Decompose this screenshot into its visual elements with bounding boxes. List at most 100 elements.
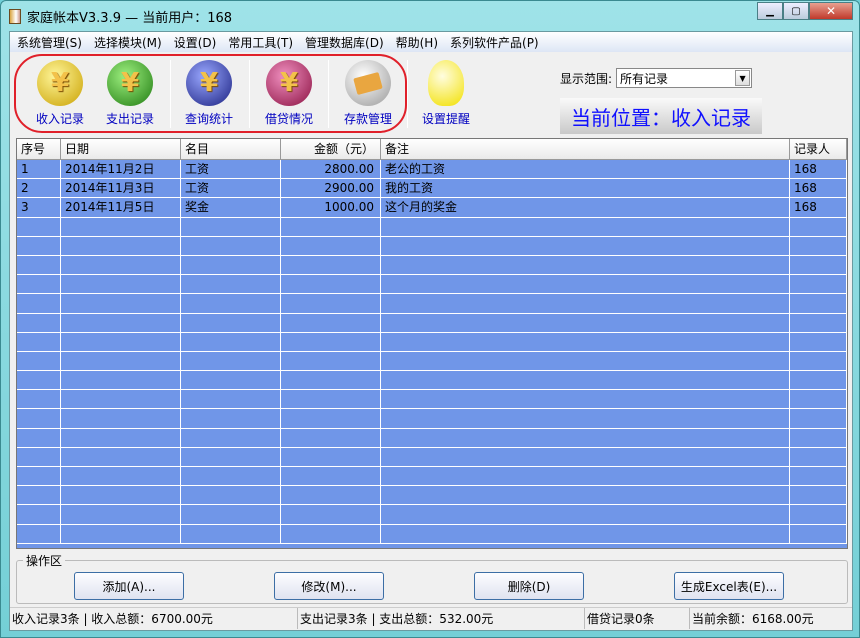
add-button[interactable]: 添加(A)...: [74, 572, 184, 600]
table-cell: [790, 217, 847, 236]
table-cell: [17, 524, 61, 543]
table-row[interactable]: [17, 332, 847, 352]
table-cell: 2014年11月3日: [61, 179, 181, 198]
table-cell: 工资: [181, 179, 281, 198]
table-cell: 2014年11月2日: [61, 160, 181, 179]
menu-module[interactable]: 选择模块(M): [93, 34, 173, 51]
table-row[interactable]: [17, 236, 847, 256]
table-cell: [17, 486, 61, 505]
table-cell: [790, 313, 847, 332]
table-row[interactable]: [17, 351, 847, 372]
table-cell: [17, 236, 61, 255]
col-note[interactable]: 备注: [381, 139, 790, 159]
table-row[interactable]: [17, 447, 847, 467]
table-cell: 1: [17, 160, 61, 179]
table-cell: [381, 524, 790, 543]
menu-help[interactable]: 帮助(H): [395, 34, 449, 51]
table-cell: [790, 351, 847, 371]
table-row[interactable]: [17, 390, 847, 410]
table-cell: [61, 524, 181, 543]
table-cell: 2800.00: [281, 160, 381, 179]
col-item[interactable]: 名目: [181, 139, 281, 159]
edit-button[interactable]: 修改(M)...: [274, 572, 384, 600]
table-cell: [381, 217, 790, 236]
reminder-button[interactable]: 设置提醒: [411, 60, 481, 127]
ops-label: 操作区: [23, 552, 66, 569]
table-row[interactable]: [17, 409, 847, 429]
table-row[interactable]: 3 2014年11月5日 奖金 1000.00 这个月的奖金 168: [17, 198, 847, 218]
chevron-down-icon[interactable]: ▼: [735, 70, 751, 86]
table-cell: [281, 255, 381, 275]
table-row[interactable]: [17, 371, 847, 391]
table-row[interactable]: [17, 486, 847, 506]
table-cell: [17, 313, 61, 332]
export-excel-button[interactable]: 生成Excel表(E)...: [674, 572, 784, 600]
table-row[interactable]: 2 2014年11月3日 工资 2900.00 我的工资 168: [17, 179, 847, 199]
table-cell: [61, 332, 181, 351]
table-row[interactable]: [17, 275, 847, 295]
table-cell: [61, 275, 181, 294]
table-cell: [790, 505, 847, 524]
expense-label: 支出记录: [105, 112, 154, 126]
table-cell: [17, 409, 61, 428]
col-date[interactable]: 日期: [61, 139, 181, 159]
table-cell: 2014年11月5日: [61, 198, 181, 217]
loan-button[interactable]: ¥ 借贷情况: [254, 60, 324, 127]
yen-loan-icon: ¥: [266, 60, 312, 106]
table-row[interactable]: [17, 467, 847, 487]
table-cell: [381, 467, 790, 486]
table-cell: [381, 409, 790, 428]
close-button[interactable]: ✕: [809, 2, 853, 20]
separator: [407, 60, 408, 128]
minimize-button[interactable]: ▁: [757, 2, 783, 20]
table-cell: [381, 255, 790, 275]
income-button[interactable]: ¥ 收入记录: [25, 60, 95, 127]
range-value: 所有记录: [620, 71, 669, 86]
table-cell: [281, 275, 381, 294]
table-cell: [790, 447, 847, 466]
col-index[interactable]: 序号: [17, 139, 61, 159]
menu-products[interactable]: 系列软件产品(P): [449, 34, 550, 51]
deposit-button[interactable]: 存款管理: [333, 60, 403, 127]
yen-income-icon: ¥: [37, 60, 83, 106]
table-cell: 3: [17, 198, 61, 217]
table-cell: [17, 390, 61, 409]
table-cell: [181, 255, 281, 275]
table-cell: [181, 467, 281, 486]
table-row[interactable]: 1 2014年11月2日 工资 2800.00 老公的工资 168: [17, 160, 847, 180]
range-select[interactable]: 所有记录 ▼: [616, 68, 753, 88]
table-cell: [61, 428, 181, 447]
col-amount[interactable]: 金额（元）: [281, 139, 381, 159]
app-window: 家庭帐本V3.3.9 — 当前用户：168 ▁ ▢ ✕ 系统管理(S) 选择模块…: [0, 0, 860, 638]
menu-system[interactable]: 系统管理(S): [16, 34, 93, 51]
table-row[interactable]: [17, 313, 847, 333]
menu-settings[interactable]: 设置(D): [173, 34, 228, 51]
menu-database[interactable]: 管理数据库(D): [304, 34, 395, 51]
col-recorder[interactable]: 记录人: [790, 139, 847, 159]
table-cell: [790, 255, 847, 275]
table-cell: [281, 351, 381, 371]
operation-area: 操作区 添加(A)... 修改(M)... 删除(D) 生成Excel表(E).…: [16, 552, 848, 604]
maximize-button[interactable]: ▢: [783, 2, 809, 20]
table-cell: [61, 313, 181, 332]
table-row[interactable]: [17, 217, 847, 237]
table-cell: [61, 409, 181, 428]
menu-tools[interactable]: 常用工具(T): [227, 34, 304, 51]
table-cell: [181, 351, 281, 371]
table-row[interactable]: [17, 294, 847, 314]
table-row[interactable]: [17, 255, 847, 276]
app-icon: [9, 8, 21, 24]
delete-button[interactable]: 删除(D): [474, 572, 584, 600]
table-row[interactable]: [17, 524, 847, 544]
income-label: 收入记录: [35, 112, 84, 126]
table-cell: [181, 505, 281, 524]
table-row[interactable]: [17, 505, 847, 525]
table-cell: [381, 447, 790, 466]
table-cell: [61, 351, 181, 371]
expense-button[interactable]: ¥ 支出记录: [95, 60, 165, 127]
table-row[interactable]: [17, 428, 847, 448]
query-button[interactable]: ¥ 查询统计: [174, 60, 244, 127]
table-cell: [281, 428, 381, 447]
table-cell: 2900.00: [281, 179, 381, 198]
table-cell: [381, 294, 790, 313]
